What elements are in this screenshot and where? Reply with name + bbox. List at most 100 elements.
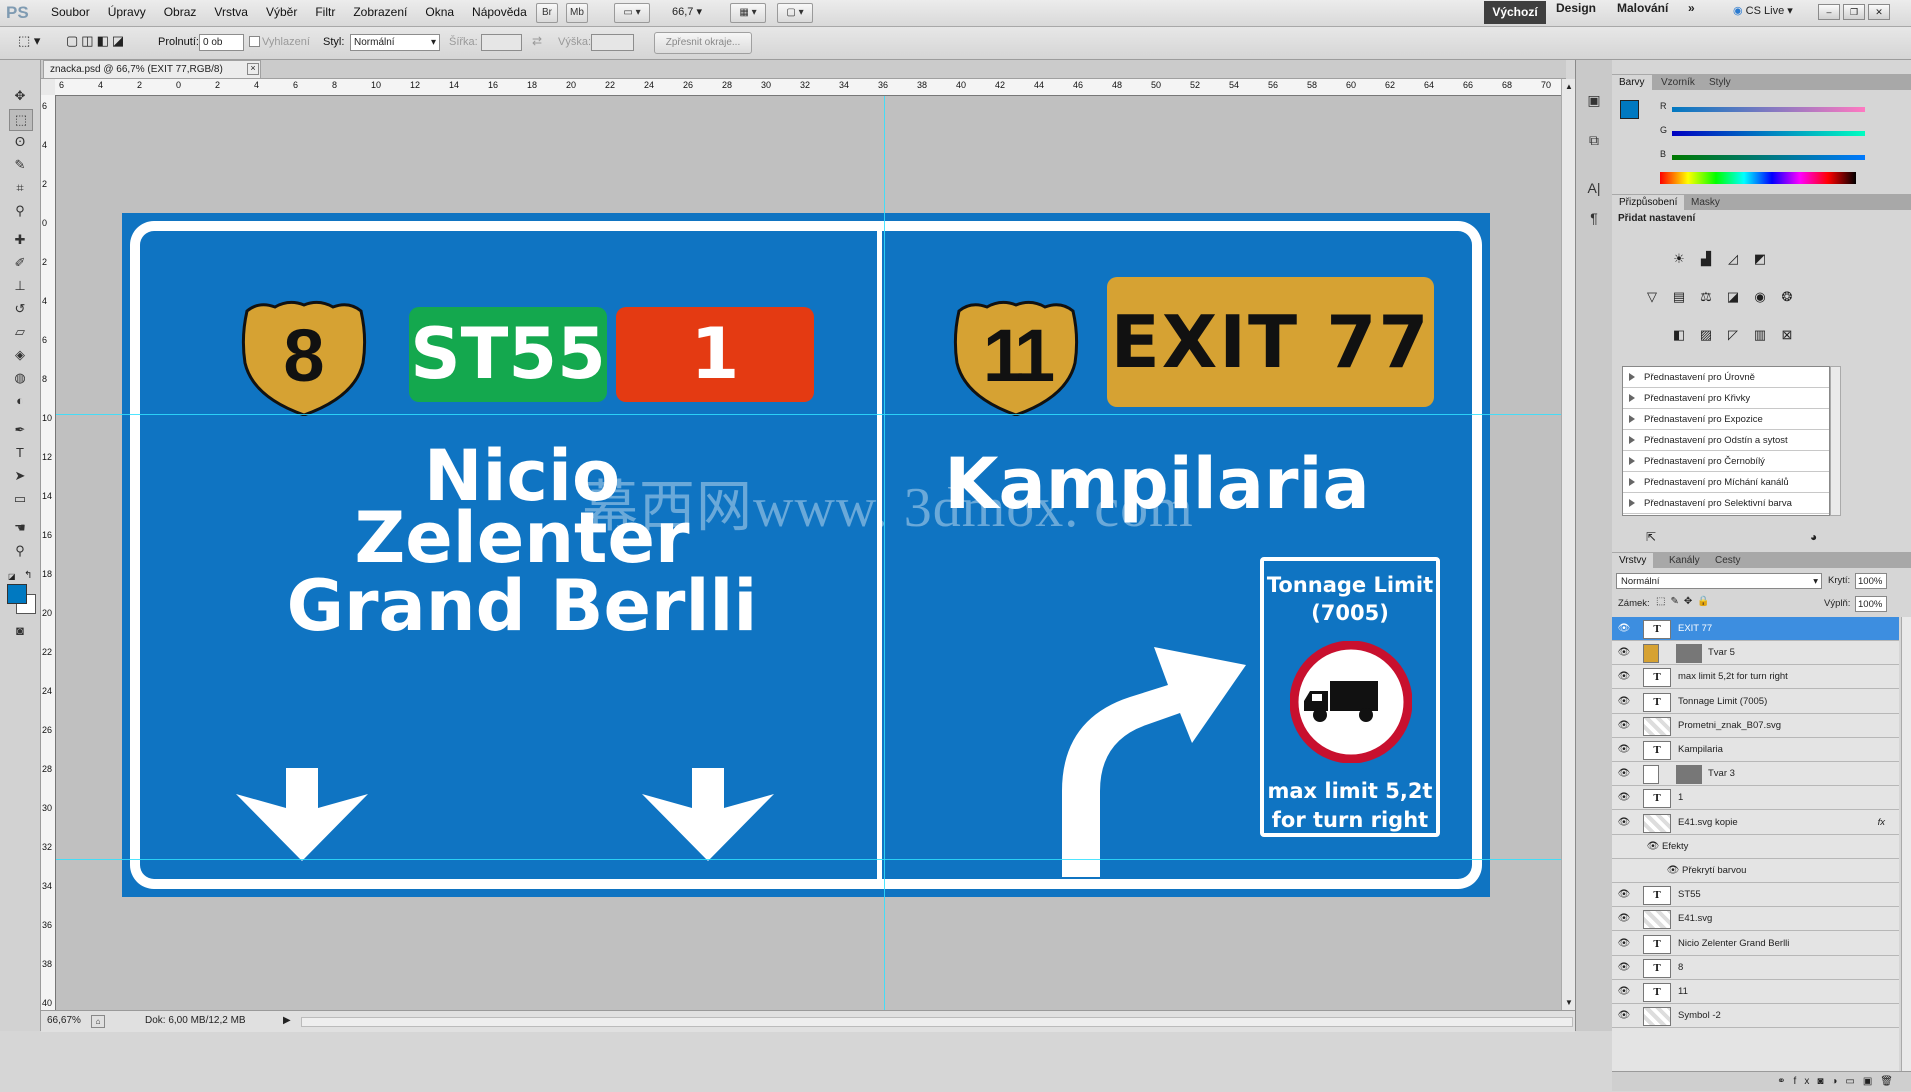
- lasso-tool-icon[interactable]: ʘ: [9, 132, 31, 152]
- lock-icons[interactable]: ⬚✎✥🔒: [1656, 596, 1715, 607]
- layer-row[interactable]: 👁 T Nicio Zelenter Grand Berlli: [1612, 932, 1899, 956]
- layer-row[interactable]: 👁 E41.svg kopie fx: [1612, 811, 1899, 835]
- path-select-tool-icon[interactable]: ➤: [9, 466, 31, 486]
- preset-item[interactable]: Přednastavení pro Černobílý: [1623, 451, 1829, 472]
- minibridge-panel-icon[interactable]: ▣: [1583, 90, 1605, 110]
- zoom-tool-icon[interactable]: ⚲: [9, 541, 31, 561]
- channel-mixer-icon[interactable]: ❂: [1777, 288, 1797, 306]
- width-input[interactable]: [481, 34, 522, 51]
- tab-adjustments[interactable]: Přizpůsobení: [1612, 195, 1685, 210]
- layer-row[interactable]: 👁 E41.svg: [1612, 907, 1899, 932]
- visibility-eye-icon[interactable]: 👁: [1617, 690, 1631, 714]
- road-sign-artwork[interactable]: 8 ST55 1 Nicio Zelenter Grand Berlli 11 …: [122, 213, 1490, 897]
- blur-tool-icon[interactable]: ◍: [9, 368, 31, 388]
- blend-mode-select[interactable]: Normální ▾: [1616, 573, 1822, 589]
- visibility-eye-icon[interactable]: 👁: [1617, 617, 1631, 641]
- black-white-icon[interactable]: ◪: [1723, 288, 1743, 306]
- layer-row[interactable]: 👁 Prometni_znak_B07.svg: [1612, 714, 1899, 738]
- layers-scrollbar[interactable]: [1901, 617, 1911, 1071]
- layer-row[interactable]: 👁 T 8: [1612, 956, 1899, 980]
- height-input[interactable]: [591, 34, 634, 51]
- workspace-default[interactable]: Výchozí: [1484, 1, 1546, 24]
- workspace-more[interactable]: »: [1688, 1, 1695, 24]
- fill-input[interactable]: 100%: [1855, 596, 1887, 612]
- clone-stamp-tool-icon[interactable]: ⊥: [9, 276, 31, 296]
- gradient-map-icon[interactable]: ▥: [1750, 326, 1770, 344]
- dodge-tool-icon[interactable]: ◐: [9, 391, 31, 411]
- layer-row[interactable]: 👁 T 11: [1612, 980, 1899, 1004]
- slider-b-track[interactable]: [1672, 155, 1865, 160]
- default-colors-icon[interactable]: ◪: [8, 572, 16, 581]
- screen-mode-dropdown[interactable]: ▢ ▾: [777, 3, 813, 23]
- ruler-origin[interactable]: [41, 79, 56, 96]
- visibility-eye-icon[interactable]: 👁: [1617, 932, 1631, 956]
- tab-close-icon[interactable]: ×: [247, 63, 259, 75]
- paragraph-panel-icon[interactable]: ¶: [1583, 208, 1605, 228]
- layers-footer-icons[interactable]: ⚭fx◙◑▭▣🗑: [1612, 1071, 1911, 1091]
- style-select[interactable]: Normální ▾: [350, 34, 440, 51]
- layer-row[interactable]: 👁 Efekty: [1612, 835, 1899, 859]
- marquee-preset-icon[interactable]: ⬚ ▾: [18, 33, 50, 51]
- tab-swatches[interactable]: Vzorník: [1654, 75, 1702, 90]
- tab-color[interactable]: Barvy: [1612, 75, 1652, 90]
- arrange-documents-dropdown[interactable]: ▦ ▾: [730, 3, 766, 23]
- eraser-tool-icon[interactable]: ▱: [9, 322, 31, 342]
- preset-item[interactable]: Přednastavení pro Expozice: [1623, 409, 1829, 430]
- guide-horizontal[interactable]: [56, 859, 1561, 860]
- feather-input[interactable]: 0 ob: [199, 34, 244, 51]
- brightness-icon[interactable]: ☀: [1669, 250, 1689, 268]
- eyedropper-tool-icon[interactable]: ⚲: [9, 201, 31, 221]
- status-menu-arrow-icon[interactable]: ▶: [283, 1011, 291, 1031]
- menu-item[interactable]: Soubor: [42, 0, 99, 26]
- scroll-up-icon[interactable]: ▲: [1565, 82, 1573, 91]
- preset-item[interactable]: Přednastavení pro Úrovně: [1623, 367, 1829, 388]
- levels-icon[interactable]: ▟: [1696, 250, 1716, 268]
- visibility-eye-icon[interactable]: 👁: [1617, 907, 1631, 931]
- hand-tool-icon[interactable]: ☚: [9, 518, 31, 538]
- horizontal-scrollbar[interactable]: [301, 1017, 1573, 1027]
- color-balance-icon[interactable]: ⚖: [1696, 288, 1716, 306]
- menu-item[interactable]: Zobrazení: [344, 0, 416, 26]
- guide-vertical[interactable]: [884, 96, 885, 1010]
- history-panel-icon[interactable]: ⧉: [1583, 130, 1605, 150]
- photo-filter-icon[interactable]: ◉: [1750, 288, 1770, 306]
- menu-item[interactable]: Výběr: [257, 0, 306, 26]
- visibility-eye-icon[interactable]: 👁: [1617, 1004, 1631, 1028]
- visibility-eye-icon[interactable]: 👁: [1617, 956, 1631, 980]
- antialias-checkbox[interactable]: [249, 36, 260, 47]
- selection-mode-icons[interactable]: ▢◫◧◪: [66, 33, 140, 51]
- ruler-vertical[interactable]: 6 4 2 0 2 4 6 8 10 12 14 16 18 20 22 24 26 28 30 32 34 36 38 40…: [41, 95, 56, 1010]
- guide-horizontal[interactable]: [56, 414, 1561, 415]
- posterize-icon[interactable]: ▨: [1696, 326, 1716, 344]
- preset-item[interactable]: Přednastavení pro Křivky: [1623, 388, 1829, 409]
- layer-row[interactable]: 👁 T Tonnage Limit (7005): [1612, 690, 1899, 714]
- move-tool-icon[interactable]: ✥: [9, 86, 31, 106]
- menu-item[interactable]: Filtr: [306, 0, 344, 26]
- return-to-list-icon[interactable]: ⇱: [1646, 530, 1656, 544]
- color-fg-swatch[interactable]: [1620, 100, 1639, 119]
- healing-brush-tool-icon[interactable]: ✚: [9, 230, 31, 250]
- workspace-design[interactable]: Design: [1556, 1, 1596, 24]
- visibility-eye-icon[interactable]: 👁: [1617, 641, 1631, 665]
- close-icon[interactable]: ✕: [1868, 4, 1890, 20]
- visibility-eye-icon[interactable]: 👁: [1617, 762, 1631, 786]
- layer-row[interactable]: 👁 Tvar 3: [1612, 762, 1899, 787]
- swap-colors-icon[interactable]: ↰: [24, 570, 32, 581]
- curves-icon[interactable]: ◿: [1723, 250, 1743, 268]
- quick-mask-icon[interactable]: ◙: [9, 621, 31, 641]
- visibility-eye-icon[interactable]: 👁: [1617, 980, 1631, 1004]
- vertical-scrollbar[interactable]: ▲ ▼: [1561, 79, 1576, 1010]
- ruler-horizontal[interactable]: 6 4 2 0 2 4 6 8 10 12 14 16 18 20 22 24 26 28 30 32 34 36 38 40…: [55, 79, 1561, 96]
- layer-row[interactable]: 👁 T 1: [1612, 786, 1899, 811]
- invert-icon[interactable]: ◧: [1669, 326, 1689, 344]
- layer-row[interactable]: 👁 T EXIT 77: [1612, 617, 1899, 641]
- visibility-eye-icon[interactable]: 👁: [1617, 738, 1631, 762]
- visibility-eye-icon[interactable]: 👁: [1617, 786, 1631, 810]
- tab-styles[interactable]: Styly: [1702, 75, 1738, 90]
- hue-saturation-icon[interactable]: ▤: [1669, 288, 1689, 306]
- workspace-painting[interactable]: Malování: [1617, 1, 1668, 24]
- restore-icon[interactable]: ❐: [1843, 4, 1865, 20]
- tab-paths[interactable]: Cesty: [1708, 553, 1748, 568]
- minibridge-button[interactable]: Mb: [566, 3, 588, 23]
- rect-marquee-tool-icon[interactable]: ⬚: [9, 109, 33, 131]
